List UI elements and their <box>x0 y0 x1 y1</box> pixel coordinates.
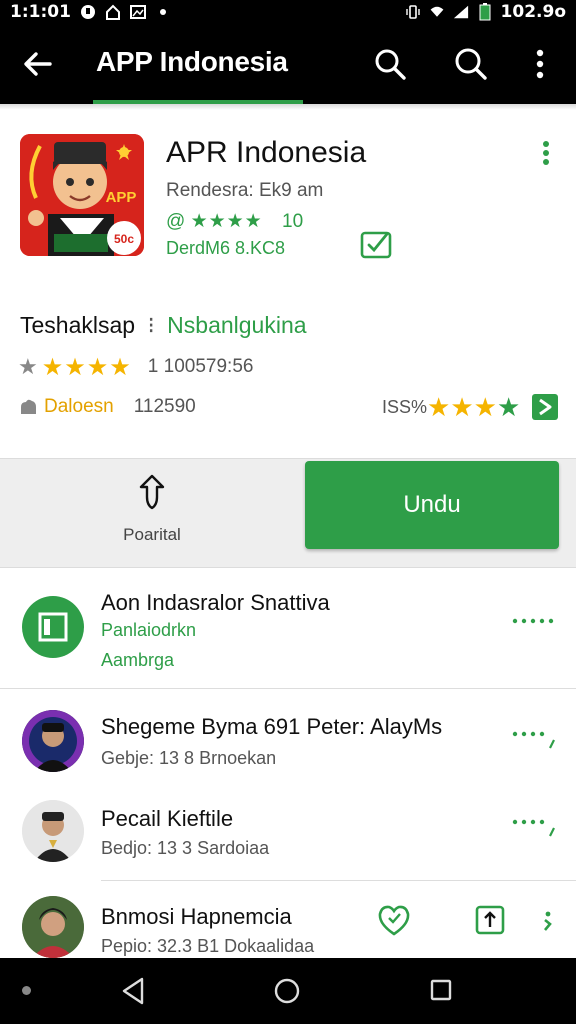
list-item-subtitle: Aambrga <box>101 650 175 670</box>
rating-row: ★ ★★★★ 1 100579:56 <box>18 353 254 381</box>
rating-count: 1 100579:56 <box>147 356 254 377</box>
image-notif-icon <box>129 4 146 20</box>
list-item-title: Shegeme Byma 691 Peter: AlayMs <box>101 714 443 739</box>
green-star: ★ <box>496 391 521 422</box>
nav-recent-icon[interactable] <box>430 979 452 1001</box>
more-vert-icon[interactable] <box>528 44 552 84</box>
more-horiz-icon[interactable] <box>512 816 558 838</box>
rating-value: 10 <box>282 211 304 232</box>
balance-value: 112590 <box>133 396 196 417</box>
divider <box>0 688 576 689</box>
upload-icon[interactable] <box>474 904 506 936</box>
share-label: Poarital <box>123 525 181 544</box>
check-badge-icon[interactable] <box>360 228 394 260</box>
play-icon[interactable] <box>532 394 558 420</box>
list-item-title: Bnmosi Hapnemcia <box>101 904 292 929</box>
list-item[interactable]: Shegeme Byma 691 Peter: AlayMs Gebje: 13… <box>0 698 576 786</box>
avatar <box>22 710 84 772</box>
app-bar-shadow <box>0 104 576 110</box>
list-item[interactable]: Bnmosi Hapnemcia Pepio: 32.3 B1 Dokaalid… <box>0 886 576 958</box>
tag-value[interactable]: Nsbanlgukina <box>167 312 306 338</box>
install-button[interactable]: Undu <box>305 461 559 549</box>
gold-stars: ★★★ <box>427 391 497 422</box>
nav-dot-icon <box>22 986 31 995</box>
rating-stars: ★★★★ <box>41 353 132 381</box>
chevron-right-icon[interactable] <box>540 908 556 936</box>
wifi-icon <box>429 4 445 20</box>
more-horiz-icon[interactable] <box>512 728 558 750</box>
status-time: 1:1:01 <box>10 2 71 22</box>
app-developer[interactable]: Rendesra: Ek9 am <box>166 180 323 202</box>
app-bar-title: APP Indonesia <box>96 46 288 77</box>
list-item-subtitle: Gebje: 13 8 Brnoekan <box>101 748 277 768</box>
status-bar: 1:1:01 102.9о <box>0 0 576 24</box>
percent-row: ISS% ★★★ ★ <box>382 392 520 422</box>
star-icon: ★ <box>18 354 38 379</box>
share-icon <box>136 473 168 511</box>
svg-text:50c: 50c <box>114 232 134 246</box>
tag-label: Teshaklsap <box>20 312 136 338</box>
nav-back-icon[interactable] <box>120 976 146 1006</box>
app-name: APR Indonesia <box>166 136 367 169</box>
vibrate-icon <box>405 4 421 20</box>
avatar <box>22 800 84 862</box>
document-icon <box>22 596 84 658</box>
signal-icon <box>453 4 469 20</box>
system-nav-bar <box>0 958 576 1024</box>
balance-row: Daloesn 112590 <box>18 394 196 420</box>
app-rating: @ ★★★★ 10 <box>166 210 303 233</box>
list-item[interactable]: Pecail Kieftile Bedjo: 13 3 Sardoiaa <box>0 786 576 880</box>
percent-value: ISS% <box>382 396 428 417</box>
list-item-title: Aon Indasralor Snattiva <box>101 590 330 615</box>
more-horiz-icon[interactable] <box>512 614 558 636</box>
app-bar: APP Indonesia <box>0 24 576 104</box>
list-item-title: Pecail Kieftile <box>101 806 234 831</box>
action-bar: Poarital Undu <box>0 458 576 568</box>
battery-icon <box>477 3 493 21</box>
battery-level: 102.9о <box>500 2 566 22</box>
nav-home-icon[interactable] <box>274 978 300 1004</box>
notification-icon <box>80 4 96 20</box>
list-item-subtitle: Panlaiodrkn <box>101 620 197 640</box>
search-icon[interactable] <box>372 46 408 82</box>
rating-stars: ★★★★ <box>190 211 263 232</box>
list-item-subtitle: Bedjo: 13 3 Sardoiaa <box>101 838 270 858</box>
heart-clock-icon[interactable] <box>376 902 412 938</box>
share-button[interactable]: Poarital <box>100 473 204 557</box>
app-icon: 50c APP <box>20 134 144 256</box>
back-arrow-icon[interactable] <box>20 46 56 82</box>
dot-icon <box>155 4 171 20</box>
category-line: Teshaklsap ⁝ Nsbanlgukina <box>20 312 307 339</box>
app-version: DerdM6 8.KC8 <box>166 238 286 258</box>
svg-text:APP: APP <box>106 189 137 206</box>
list-item-subtitle: Pepio: 32.3 B1 Dokaalidaa <box>101 936 315 956</box>
balance-label: Daloesn <box>44 396 114 417</box>
rating-prefix: @ <box>166 211 186 232</box>
search-icon[interactable] <box>452 46 488 82</box>
home-notif-icon <box>105 4 121 20</box>
tag-separator: ⁝ <box>147 312 155 338</box>
avatar <box>22 896 84 958</box>
more-vert-icon[interactable] <box>536 138 556 168</box>
list-item[interactable]: Aon Indasralor Snattiva Panlaiodrkn Aamb… <box>0 578 576 688</box>
divider <box>101 880 576 881</box>
cloud-icon <box>18 398 38 416</box>
